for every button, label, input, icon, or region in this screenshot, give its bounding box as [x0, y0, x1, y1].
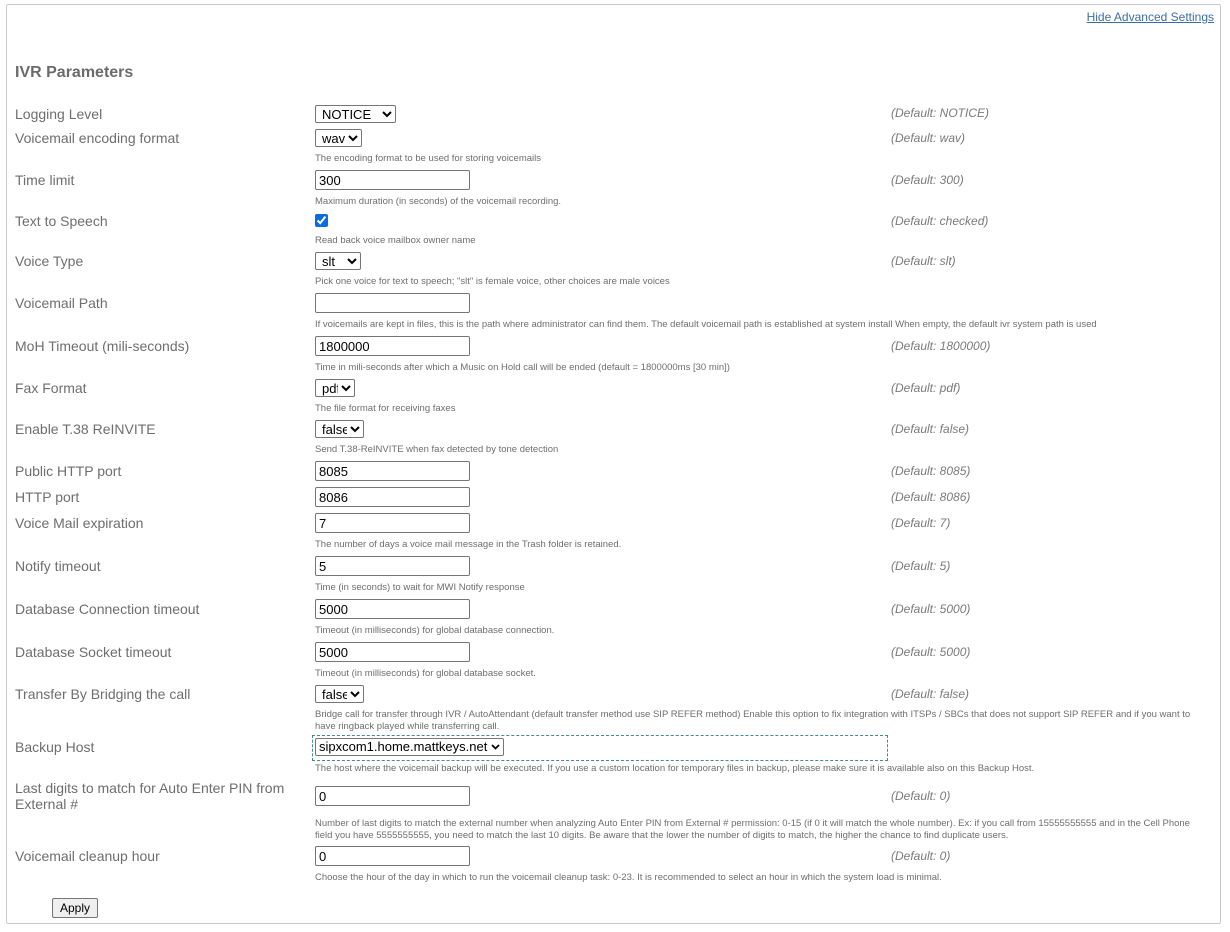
enable-t-38-reinvite-label: Enable T.38 ReINVITE [15, 421, 156, 437]
transfer-by-bridging-the-call-description: Bridge call for transfer through IVR / A… [315, 709, 1191, 732]
notify-timeout-control [315, 556, 470, 576]
time-limit-default: (Default: 300) [891, 173, 964, 187]
enable-t-38-reinvite-select[interactable]: false [315, 420, 364, 438]
public-http-port-label: Public HTTP port [15, 463, 122, 479]
enable-t-38-reinvite-control: false [315, 420, 364, 439]
notify-timeout-default: (Default: 5) [891, 559, 951, 573]
backup-host-control: sipxcom1.home.mattkeys.net [315, 738, 505, 756]
voice-mail-expiration-default: (Default: 7) [891, 516, 951, 530]
fax-format-label: Fax Format [15, 380, 87, 396]
last-digits-to-match-for-auto-enter-pin-from-external-default: (Default: 0) [891, 789, 951, 803]
database-socket-timeout-label: Database Socket timeout [15, 644, 172, 660]
chevron-down-icon [491, 744, 500, 750]
time-limit-description: Maximum duration (in seconds) of the voi… [315, 196, 562, 207]
text-to-speech-checkbox[interactable] [315, 214, 328, 227]
logging-level-select[interactable]: NOTICE [315, 105, 396, 123]
voice-type-default: (Default: slt) [891, 254, 956, 268]
fax-format-description: The file format for receiving faxes [315, 403, 456, 414]
logging-level-default: (Default: NOTICE) [891, 106, 990, 120]
database-connection-timeout-description: Timeout (in milliseconds) for global dat… [315, 625, 555, 636]
fax-format-select[interactable]: pdf [315, 379, 355, 397]
voicemail-encoding-format-control: wav [315, 129, 362, 148]
public-http-port-default: (Default: 8085) [891, 464, 971, 478]
time-limit-label: Time limit [15, 172, 75, 188]
voicemail-cleanup-hour-description: Choose the hour of the day in which to r… [315, 872, 942, 883]
voicemail-path-input[interactable] [315, 293, 470, 313]
database-connection-timeout-label: Database Connection timeout [15, 601, 200, 617]
transfer-by-bridging-the-call-control: false [315, 685, 364, 704]
hide-advanced-settings-link[interactable]: Hide Advanced Settings [1087, 10, 1214, 24]
voicemail-encoding-format-label: Voicemail encoding format [15, 130, 180, 146]
voicemail-path-label: Voicemail Path [15, 295, 108, 311]
moh-timeout-mili-seconds-input[interactable] [315, 336, 470, 356]
database-connection-timeout-control [315, 599, 470, 619]
voicemail-encoding-format-select[interactable]: wav [315, 129, 362, 147]
text-to-speech-control [315, 214, 328, 232]
voice-mail-expiration-description: The number of days a voice mail message … [315, 539, 622, 550]
moh-timeout-mili-seconds-label: MoH Timeout (mili-seconds) [15, 338, 190, 354]
text-to-speech-label: Text to Speech [15, 213, 108, 229]
http-port-default: (Default: 8086) [891, 490, 971, 504]
apply-button[interactable]: Apply [52, 898, 98, 918]
moh-timeout-mili-seconds-default: (Default: 1800000) [891, 339, 991, 353]
transfer-by-bridging-the-call-default: (Default: false) [891, 687, 970, 701]
database-connection-timeout-input[interactable] [315, 599, 470, 619]
voice-mail-expiration-control [315, 513, 470, 533]
time-limit-input[interactable] [315, 170, 470, 190]
moh-timeout-mili-seconds-description: Time in mili-seconds after which a Music… [315, 362, 730, 373]
database-socket-timeout-description: Timeout (in milliseconds) for global dat… [315, 668, 536, 679]
voicemail-path-description: If voicemails are kept in files, this is… [315, 319, 1097, 330]
backup-host-select[interactable]: sipxcom1.home.mattkeys.net [315, 738, 505, 756]
logging-level-label: Logging Level [15, 106, 103, 122]
voicemail-cleanup-hour-default: (Default: 0) [891, 849, 951, 863]
backup-host-label: Backup Host [15, 739, 95, 755]
public-http-port-control [315, 461, 470, 481]
transfer-by-bridging-the-call-select[interactable]: false [315, 685, 364, 703]
transfer-by-bridging-the-call-label: Transfer By Bridging the call [15, 686, 191, 702]
notify-timeout-input[interactable] [315, 556, 470, 576]
voicemail-encoding-format-default: (Default: wav) [891, 131, 966, 145]
logging-level-control: NOTICE [315, 105, 396, 124]
voicemail-cleanup-hour-control [315, 846, 470, 866]
text-to-speech-default: (Default: checked) [891, 214, 989, 228]
voice-type-description: Pick one voice for text to speech; "slt"… [315, 276, 670, 287]
public-http-port-input[interactable] [315, 461, 470, 481]
section-title: IVR Parameters [15, 64, 134, 81]
voice-mail-expiration-input[interactable] [315, 513, 470, 533]
last-digits-to-match-for-auto-enter-pin-from-external-description: Number of last digits to match the exter… [315, 818, 1190, 841]
database-socket-timeout-default: (Default: 5000) [891, 645, 971, 659]
database-connection-timeout-default: (Default: 5000) [891, 602, 971, 616]
voicemail-cleanup-hour-input[interactable] [315, 846, 470, 866]
ivr-settings-page: Hide Advanced Settings IVR Parameters Lo… [0, 0, 1230, 932]
last-digits-to-match-for-auto-enter-pin-from-external-control [315, 786, 470, 806]
enable-t-38-reinvite-description: Send T.38-ReINVITE when fax detected by … [315, 444, 559, 455]
voicemail-path-control [315, 293, 470, 313]
enable-t-38-reinvite-default: (Default: false) [891, 422, 970, 436]
voicemail-cleanup-hour-label: Voicemail cleanup hour [15, 848, 160, 864]
notify-timeout-description: Time (in seconds) to wait for MWI Notify… [315, 582, 525, 593]
voice-type-control: slt [315, 252, 361, 271]
http-port-label: HTTP port [15, 489, 80, 505]
http-port-control [315, 487, 470, 507]
database-socket-timeout-control [315, 642, 470, 662]
voice-type-label: Voice Type [15, 253, 84, 269]
time-limit-control [315, 170, 470, 190]
voice-type-select[interactable]: slt [315, 252, 361, 270]
last-digits-to-match-for-auto-enter-pin-from-external-label: Last digits to match for Auto Enter PIN … [15, 780, 285, 812]
moh-timeout-mili-seconds-control [315, 336, 470, 356]
fax-format-control: pdf [315, 379, 355, 398]
fax-format-default: (Default: pdf) [891, 381, 961, 395]
backup-host-description: The host where the voicemail backup will… [315, 763, 1035, 774]
notify-timeout-label: Notify timeout [15, 558, 101, 574]
text-to-speech-description: Read back voice mailbox owner name [315, 235, 476, 246]
voice-mail-expiration-label: Voice Mail expiration [15, 515, 144, 531]
voicemail-encoding-format-description: The encoding format to be used for stori… [315, 153, 542, 164]
last-digits-to-match-for-auto-enter-pin-from-external-input[interactable] [315, 786, 470, 806]
selected-option: sipxcom1.home.mattkeys.net [319, 739, 488, 754]
http-port-input[interactable] [315, 487, 470, 507]
database-socket-timeout-input[interactable] [315, 642, 470, 662]
